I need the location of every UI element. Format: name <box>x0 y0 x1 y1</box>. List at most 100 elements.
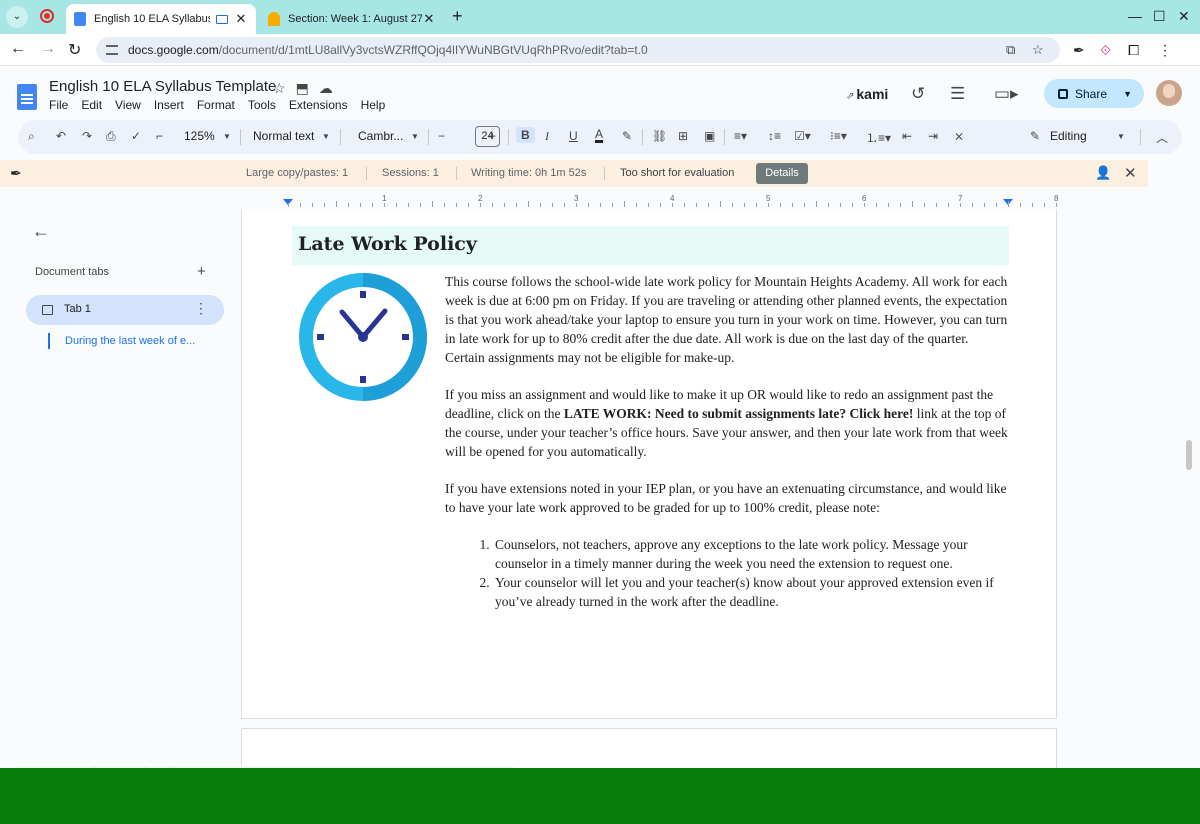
insert-image-icon[interactable]: ▣ <box>704 129 715 143</box>
increase-font-size-button[interactable]: + <box>489 129 496 143</box>
chrome-menu-icon[interactable]: ⋮ <box>1158 42 1172 59</box>
ruler-tick <box>984 203 985 207</box>
decrease-font-size-button[interactable]: − <box>438 129 445 143</box>
evaluation-status: Too short for evaluation <box>620 167 735 179</box>
forward-icon[interactable]: → <box>40 40 56 58</box>
recording-icon[interactable] <box>40 9 54 23</box>
font-size-input[interactable]: 24 <box>475 126 500 147</box>
menu-file[interactable]: File <box>49 98 68 112</box>
ruler-tick <box>816 201 817 207</box>
back-arrow-icon[interactable]: ← <box>32 221 50 242</box>
details-button[interactable]: Details <box>756 163 808 184</box>
menu-format[interactable]: Format <box>197 98 235 112</box>
maximize-icon[interactable]: ☐ <box>1153 8 1166 25</box>
version-history-icon[interactable]: ↺ <box>911 84 925 104</box>
editing-mode-select[interactable]: Editing <box>1050 129 1087 143</box>
menu-insert[interactable]: Insert <box>154 98 184 112</box>
italic-button[interactable]: I <box>545 129 549 144</box>
menu-help[interactable]: Help <box>361 98 386 112</box>
share-button[interactable]: Share ▼ <box>1044 79 1144 108</box>
ruler-tick <box>636 203 637 207</box>
close-window-icon[interactable]: ✕ <box>1178 8 1190 25</box>
tab-options-icon[interactable]: ⋮ <box>194 300 208 317</box>
redo-icon[interactable]: ↷ <box>82 129 92 143</box>
clear-formatting-icon[interactable]: ⨯ <box>954 129 964 143</box>
spellcheck-icon[interactable]: ✓ <box>131 129 141 143</box>
outline-item[interactable]: During the last week of e... <box>48 333 195 349</box>
undo-icon[interactable]: ↶ <box>56 129 66 143</box>
close-icon[interactable]: ✕ <box>1124 164 1137 182</box>
minimize-icon[interactable]: — <box>1128 8 1142 24</box>
menu-view[interactable]: View <box>115 98 141 112</box>
close-tab-icon[interactable]: ✕ <box>234 11 248 27</box>
browser-tab-syllabus[interactable]: English 10 ELA Syllabus Te ✕ <box>66 4 256 34</box>
menu-extensions[interactable]: Extensions <box>289 98 348 112</box>
paint-format-icon[interactable]: ⌐ <box>156 129 163 143</box>
kami-label: kami <box>856 86 889 102</box>
add-comment-icon[interactable]: ⊞ <box>678 129 688 143</box>
font-select[interactable]: Cambr... <box>358 129 403 143</box>
zoom-select[interactable]: 125% <box>184 129 215 143</box>
increase-indent-icon[interactable]: ⇥ <box>928 129 938 143</box>
highlight-pen-icon[interactable]: ✎ <box>622 129 632 143</box>
hide-menus-chevron-up-icon[interactable]: ︿ <box>1156 129 1168 146</box>
decrease-indent-icon[interactable]: ⇤ <box>902 129 912 143</box>
search-menus-icon[interactable]: ⌕ <box>28 129 35 144</box>
ruler-tick <box>1056 203 1057 207</box>
mode-chevron-down-icon: ▼ <box>1117 132 1125 141</box>
toolbar-divider <box>724 129 725 145</box>
add-tab-icon[interactable]: + <box>197 263 206 280</box>
cloud-status-icon[interactable]: ☁ <box>319 80 343 96</box>
insert-link-icon[interactable]: ⛓ <box>652 129 667 143</box>
tab-search-icon[interactable]: ⌄ <box>6 6 28 28</box>
ruler-tick <box>948 203 949 207</box>
extensions-puzzle-icon[interactable]: ⧠ <box>1128 42 1139 59</box>
docs-logo-icon[interactable] <box>17 84 37 110</box>
menu-tools[interactable]: Tools <box>248 98 276 112</box>
avatar[interactable] <box>1156 80 1182 106</box>
browser-tab-section[interactable]: Section: Week 1: August 27-29 ✕ <box>260 4 444 34</box>
numbered-list-icon[interactable]: ⒈≡▾ <box>866 129 891 146</box>
underline-button[interactable]: U <box>569 129 578 143</box>
ruler-tick <box>804 203 805 207</box>
bookmark-star-icon[interactable]: ☆ <box>1032 42 1044 58</box>
ruler[interactable]: 1 2 3 4 5 6 7 8 <box>240 193 1060 209</box>
print-icon[interactable]: ⎙ <box>106 129 116 144</box>
bold-button[interactable]: B <box>516 127 535 143</box>
document-title[interactable]: English 10 ELA Syllabus Template <box>49 78 276 95</box>
line-spacing-icon[interactable]: ↕≡ <box>768 129 781 143</box>
scrollbar-thumb[interactable] <box>1186 440 1192 470</box>
extension-quill-icon[interactable]: ✒ <box>1073 42 1085 59</box>
person-icon[interactable]: 👤 <box>1095 165 1111 181</box>
align-icon[interactable]: ≡▾ <box>734 129 747 143</box>
site-info-icon[interactable] <box>106 45 118 55</box>
meet-video-icon[interactable]: ▭▸ <box>994 84 1019 104</box>
bulleted-list-icon[interactable]: ⁝≡▾ <box>830 129 847 143</box>
comments-icon[interactable]: ☰ <box>950 84 965 104</box>
install-app-icon[interactable]: ⧉ <box>1006 42 1015 58</box>
back-icon[interactable]: ← <box>10 40 26 58</box>
text-color-button[interactable]: A <box>595 128 604 143</box>
close-tab-icon[interactable]: ✕ <box>422 11 436 27</box>
ruler-tick <box>696 203 697 207</box>
ruler-tick <box>288 203 289 207</box>
browser-tab-strip: ⌄ English 10 ELA Syllabus Te ✕ Section: … <box>0 0 1200 34</box>
share-dropdown-icon[interactable]: ▼ <box>1123 89 1132 99</box>
ruler-tick <box>468 203 469 207</box>
new-tab-icon[interactable]: + <box>452 6 463 27</box>
reload-icon[interactable]: ↻ <box>68 40 81 60</box>
document-body[interactable]: This course follows the school-wide late… <box>445 272 1008 611</box>
url-input[interactable]: docs.google.com/document/d/1mtLU8allVy3v… <box>96 37 1060 63</box>
style-select[interactable]: Normal text <box>253 129 314 143</box>
sidebar-item-tab-1[interactable]: Tab 1 ⋮ <box>26 295 224 325</box>
document-page[interactable]: Late Work Policy This course follows the… <box>241 209 1057 719</box>
checklist-icon[interactable]: ☑▾ <box>794 129 811 143</box>
star-icon[interactable]: ☆ <box>273 80 296 96</box>
extension-kami-icon[interactable]: ⟐ <box>1100 42 1111 59</box>
ruler-tick <box>732 203 733 207</box>
move-folder-icon[interactable]: ⬒ <box>296 80 319 96</box>
ruler-tick <box>624 201 625 207</box>
ruler-tick <box>768 203 769 207</box>
kami-button[interactable]: ⇗ kami <box>846 86 888 102</box>
menu-edit[interactable]: Edit <box>81 98 102 112</box>
